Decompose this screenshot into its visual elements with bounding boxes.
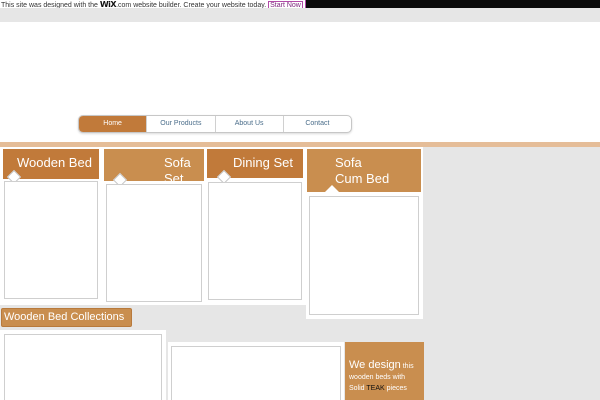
promo-block: We design this wooden beds with Solid TE… <box>345 342 424 400</box>
collection-image-frame[interactable] <box>4 334 162 400</box>
category-card-wooden-bed[interactable]: Wooden Bed <box>0 147 103 305</box>
top-strip <box>0 8 600 22</box>
category-image-frame[interactable] <box>208 182 302 300</box>
promo-text: We design this wooden beds with Solid TE… <box>349 360 424 394</box>
category-card-sofa-set[interactable]: Sofa Set <box>103 147 206 305</box>
promo-line2: wooden beds with <box>349 374 406 381</box>
nav-our-products[interactable]: Our Products <box>146 116 214 132</box>
collection-panel-2 <box>168 342 344 400</box>
nav-home[interactable]: Home <box>79 116 147 132</box>
category-image-frame[interactable] <box>106 184 202 302</box>
promo-teak: TEAK <box>366 385 385 392</box>
pointer-triangle-icon <box>325 185 339 192</box>
category-image-frame[interactable] <box>309 196 419 315</box>
category-card-dining-set[interactable]: Dining Set <box>206 147 306 305</box>
nav-contact[interactable]: Contact <box>282 116 351 132</box>
promo-line3-prefix: Solid <box>349 385 365 392</box>
category-image-frame[interactable] <box>4 181 98 299</box>
wooden-bed-collections-button[interactable]: Wooden Bed Collections <box>1 308 132 327</box>
category-card-sofa-cum-bed[interactable]: Sofa Cum Bed <box>306 147 423 319</box>
collection-image-frame[interactable] <box>171 346 341 400</box>
promo-line1-small: this <box>402 363 414 370</box>
promo-line3-suffix: pieces <box>386 385 407 392</box>
promo-line1-big: We design <box>349 359 401 371</box>
collection-panel-1 <box>0 330 166 400</box>
nav-about-us[interactable]: About Us <box>214 116 283 132</box>
main-nav: Home Our Products About Us Contact <box>78 115 352 133</box>
